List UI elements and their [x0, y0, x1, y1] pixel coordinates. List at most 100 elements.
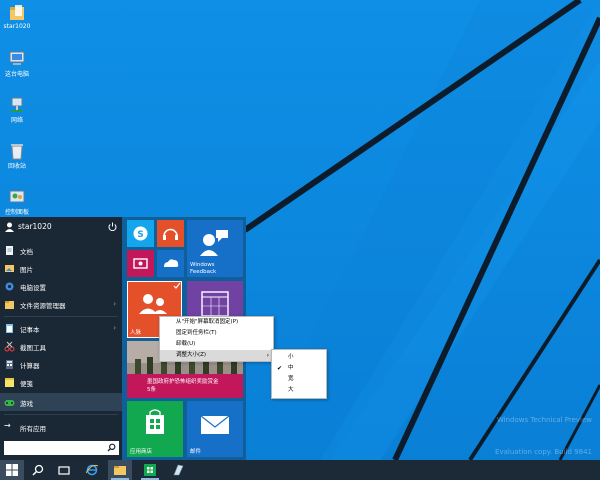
context-item-label: 从"开始"屏幕取消固定(P)	[176, 319, 239, 325]
start-item-label: 记事本	[20, 326, 40, 334]
context-item-label: 固定到任务栏(T)	[176, 330, 217, 336]
start-menu-left-pane: star1020 文档 图片 电脑设置 文件资源管理器 › 记事本 › 截图工具…	[0, 217, 122, 460]
chevron-right-icon: ›	[113, 324, 116, 332]
resize-option-wide[interactable]: 宽	[272, 374, 326, 385]
desktop-icon-label: 回收站	[7, 163, 26, 170]
start-item-label: 游戏	[20, 400, 33, 408]
resize-option-large[interactable]: 大	[272, 385, 326, 396]
taskbar-store[interactable]	[138, 460, 162, 480]
arrow-right-icon: →	[4, 421, 11, 430]
user-name: star1020	[18, 222, 52, 231]
desktop-icon-label: 这台电脑	[4, 71, 29, 78]
taskbar-internet-explorer[interactable]	[80, 460, 104, 480]
start-item-file-explorer[interactable]: 文件资源管理器 ›	[0, 295, 122, 313]
chevron-right-icon: ›	[113, 300, 116, 308]
store-icon	[146, 409, 164, 434]
taskbar-app[interactable]	[166, 460, 190, 480]
network-icon	[7, 96, 27, 114]
power-icon[interactable]	[108, 222, 117, 232]
start-search-box[interactable]	[4, 441, 119, 455]
resize-option-medium[interactable]: ✔ 中	[272, 363, 326, 374]
divider	[4, 414, 118, 415]
context-item-pin-taskbar[interactable]: 固定到任务栏(T)	[160, 328, 273, 339]
snipping-tool-icon	[4, 341, 15, 352]
start-item-label: 文件资源管理器	[20, 302, 66, 310]
tile-label: 人脉	[130, 330, 142, 336]
resize-option-label: 宽	[288, 376, 294, 382]
internet-explorer-icon	[86, 464, 98, 476]
user-account-row[interactable]: star1020	[0, 217, 122, 237]
tile-music[interactable]	[157, 220, 184, 247]
start-item-sticky-notes[interactable]: 便笺	[0, 373, 122, 391]
search-icon	[32, 464, 44, 476]
desktop-icon-recycle-bin[interactable]: 回收站	[2, 142, 32, 170]
context-item-label: 卸载(U)	[176, 341, 196, 347]
tile-store[interactable]: 应用商店	[127, 401, 183, 457]
document-icon	[4, 245, 15, 256]
folder-icon	[114, 466, 126, 475]
context-item-resize[interactable]: 调整大小(Z) ›	[160, 350, 273, 361]
watermark-line: Windows Technical Preview	[496, 416, 592, 424]
control-panel-icon	[7, 188, 27, 206]
tile-label: Windows Feedback	[190, 262, 217, 275]
taskbar-search-button[interactable]	[26, 460, 50, 480]
chevron-right-icon: ›	[266, 352, 269, 359]
start-item-pictures[interactable]: 图片	[0, 259, 122, 277]
start-item-snipping-tool[interactable]: 截图工具	[0, 337, 122, 355]
start-item-label: 电脑设置	[20, 284, 46, 292]
desktop-icon-label: 控制面板	[4, 209, 29, 216]
start-button[interactable]	[0, 460, 24, 480]
mail-icon	[200, 415, 230, 434]
news-headline: 墨国政府护恐怖组织奖励赏金	[147, 379, 219, 385]
all-apps-button[interactable]: → 所有应用	[0, 418, 122, 436]
tile-video[interactable]	[127, 250, 154, 277]
windows-logo-icon	[6, 464, 18, 476]
start-item-notepad[interactable]: 记事本 ›	[0, 319, 122, 337]
resize-option-label: 小	[288, 354, 294, 360]
start-item-label: 计算器	[20, 362, 40, 370]
pictures-icon	[4, 263, 15, 274]
search-icon[interactable]	[107, 443, 116, 452]
context-item-label: 调整大小(Z)	[176, 352, 207, 358]
watermark-line: Evaluation copy. Build 9841	[495, 448, 592, 456]
sticky-notes-icon	[4, 377, 15, 388]
desktop-icon-user-folder[interactable]: star1020	[2, 4, 32, 30]
all-apps-label: 所有应用	[20, 425, 46, 433]
video-icon	[133, 258, 148, 269]
desktop-icon-control-panel[interactable]: 控制面板	[2, 188, 32, 216]
start-item-documents[interactable]: 文档	[0, 241, 122, 259]
calculator-icon	[4, 359, 15, 370]
start-item-pc-settings[interactable]: 电脑设置	[0, 277, 122, 295]
app-window-icon	[173, 464, 184, 476]
tile-skype[interactable]: S	[127, 220, 154, 247]
resize-option-small[interactable]: 小	[272, 352, 326, 363]
start-item-games[interactable]: 游戏	[0, 393, 122, 411]
resize-option-label: 大	[288, 387, 294, 393]
start-item-label: 文档	[20, 248, 33, 256]
tile-windows-feedback[interactable]: Windows Feedback	[187, 220, 243, 277]
tile-mail[interactable]: 邮件	[187, 401, 243, 457]
notepad-icon	[4, 323, 15, 334]
divider	[4, 316, 118, 317]
settings-icon	[4, 281, 15, 292]
tile-onedrive[interactable]	[157, 250, 184, 277]
desktop-icon-this-pc[interactable]: 这台电脑	[2, 50, 32, 78]
search-input[interactable]	[6, 442, 102, 453]
start-item-label: 便笺	[20, 380, 33, 388]
user-avatar-icon	[5, 222, 14, 232]
context-item-uninstall[interactable]: 卸载(U)	[160, 339, 273, 350]
task-view-button[interactable]	[52, 460, 76, 480]
start-item-calculator[interactable]: 计算器	[0, 355, 122, 373]
context-item-unpin-start[interactable]: 从"开始"屏幕取消固定(P)	[160, 317, 273, 328]
resize-option-label: 中	[288, 365, 294, 371]
desktop-icon-label: star1020	[3, 23, 31, 30]
store-icon	[144, 464, 156, 476]
tile-label: 应用商店	[130, 449, 153, 455]
file-explorer-icon	[4, 299, 15, 310]
taskbar-file-explorer[interactable]	[108, 460, 132, 480]
task-view-icon	[58, 466, 70, 475]
svg-text:S: S	[137, 230, 143, 240]
desktop-icon-network[interactable]: 网络	[2, 96, 32, 124]
cloud-icon	[164, 259, 179, 267]
tile-context-menu: 从"开始"屏幕取消固定(P) 固定到任务栏(T) 卸载(U) 调整大小(Z) ›	[159, 316, 274, 362]
